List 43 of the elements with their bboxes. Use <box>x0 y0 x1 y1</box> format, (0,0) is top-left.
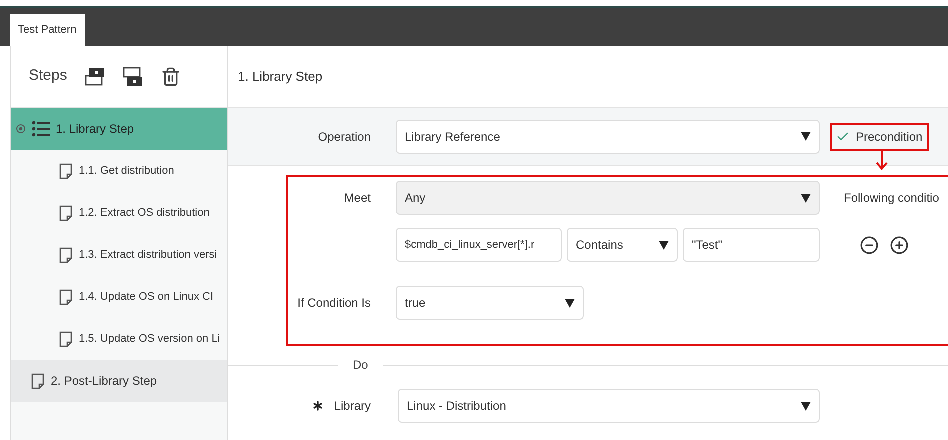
tree-item[interactable]: 1.2. Extract OS distribution <box>11 192 227 234</box>
tab[interactable]: Test Pattern <box>10 14 85 46</box>
section-label: Do <box>352 357 370 374</box>
document-icon <box>59 204 73 222</box>
tree-item[interactable]: 1.4. Update OS on Linux CI <box>11 276 227 318</box>
operator-select[interactable]: Contains <box>567 228 678 262</box>
dropdown-caret-icon <box>801 194 811 202</box>
field-label: Meet <box>343 190 371 207</box>
tree-item[interactable]: 1. Library Step <box>11 108 227 150</box>
meet-select[interactable]: Any <box>396 181 820 215</box>
tree-item[interactable]: 1.3. Extract distribution versi <box>11 234 227 276</box>
operation-select[interactable]: Library Reference <box>396 120 820 154</box>
sidebar-title: Steps <box>29 66 68 86</box>
delete-icon[interactable] <box>161 66 182 86</box>
tree-item[interactable]: 1.1. Get distribution <box>11 150 227 192</box>
insert-below-icon[interactable] <box>123 66 144 86</box>
condition-field[interactable]: $cmdb_ci_linux_server[*].r <box>396 228 562 262</box>
dropdown-caret-icon <box>801 132 811 141</box>
dropdown-caret-icon <box>565 298 575 308</box>
tree-item[interactable]: 1.5. Update OS version on Li <box>11 318 227 360</box>
list-icon <box>32 121 50 137</box>
precondition-checkbox[interactable]: Precondition <box>830 122 929 150</box>
field-label: Operation <box>317 128 371 146</box>
library-select[interactable]: Linux - Distribution <box>398 389 820 423</box>
document-icon <box>59 162 73 180</box>
target-icon <box>16 124 26 134</box>
tree-item[interactable]: 2. Post-Library Step <box>11 360 227 402</box>
remove-icon[interactable] <box>860 236 879 254</box>
following-label: Following conditio <box>844 190 940 207</box>
add-icon[interactable] <box>890 236 909 254</box>
document-icon <box>59 246 73 264</box>
annotation-arrow <box>876 150 888 170</box>
dropdown-caret-icon <box>801 402 811 410</box>
step-title: 1. Library Step <box>238 68 323 86</box>
insert-above-icon[interactable] <box>85 66 106 86</box>
value-field[interactable]: "Test" <box>683 228 820 262</box>
document-icon <box>31 372 45 390</box>
document-icon <box>59 288 73 306</box>
condition-select[interactable]: true <box>396 286 584 320</box>
field-label: Library <box>334 398 371 415</box>
dropdown-caret-icon <box>659 240 669 250</box>
document-icon <box>59 330 73 348</box>
field-label: If Condition Is <box>296 295 371 312</box>
